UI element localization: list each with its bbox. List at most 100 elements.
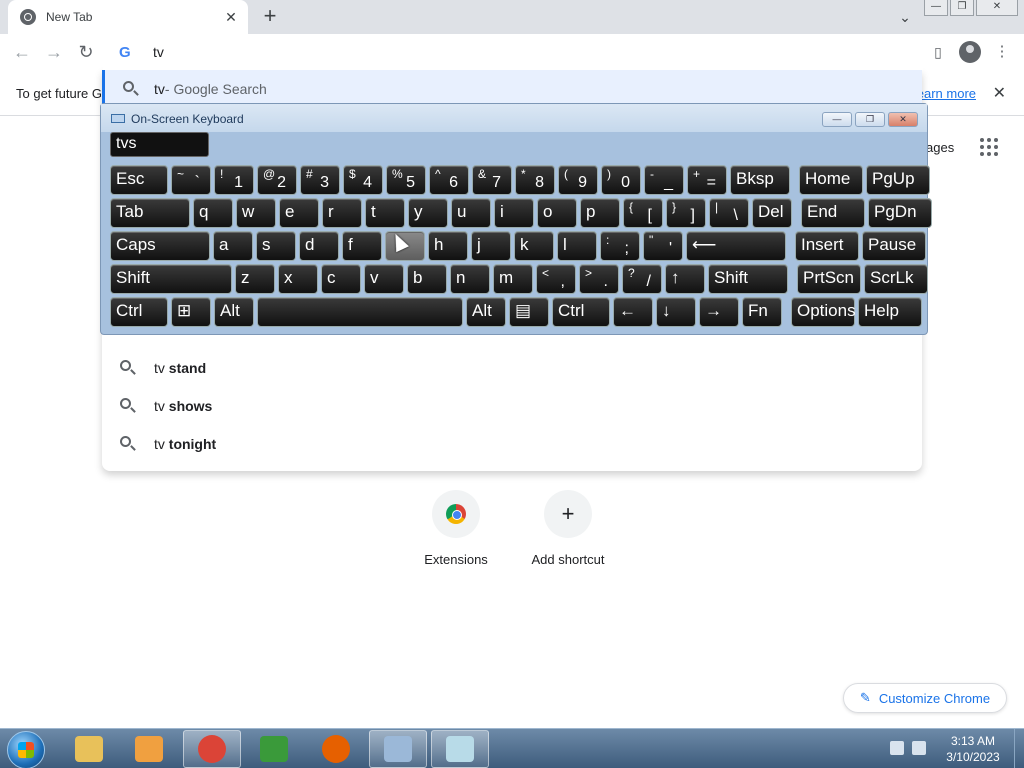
osk-key[interactable]: ↑	[665, 264, 705, 294]
osk-key[interactable]: u	[451, 198, 491, 228]
address-bar[interactable]: G tv	[103, 34, 923, 70]
tab-new-tab[interactable]: New Tab ✕	[8, 0, 248, 34]
osk-key[interactable]: e	[279, 198, 319, 228]
osk-key[interactable]: >.	[579, 264, 619, 294]
osk-key[interactable]: Tab	[110, 198, 190, 228]
osk-key[interactable]: | \	[709, 198, 749, 228]
osk-key[interactable]: o	[537, 198, 577, 228]
osk-key[interactable]: Esc	[110, 165, 168, 195]
osk-title-bar[interactable]: On-Screen Keyboard — ❐ ✕	[101, 104, 927, 132]
osk-key[interactable]: →	[699, 297, 739, 327]
osk-key[interactable]: End	[801, 198, 865, 228]
shortcut-add[interactable]: + Add shortcut	[513, 490, 623, 567]
osk-key[interactable]	[257, 297, 463, 327]
osk-key[interactable]: (9	[558, 165, 598, 195]
osk-key[interactable]: ~ `	[171, 165, 211, 195]
osk-minimize-button[interactable]: —	[822, 112, 852, 127]
profile-avatar[interactable]	[959, 41, 981, 63]
minimize-button[interactable]: —	[924, 0, 948, 16]
osk-key[interactable]: s	[256, 231, 296, 261]
osk-key[interactable]: t	[365, 198, 405, 228]
osk-key[interactable]: Alt	[214, 297, 254, 327]
osk-key[interactable]: x	[278, 264, 318, 294]
osk-key[interactable]: ⟵	[686, 231, 786, 261]
osk-key[interactable]: y	[408, 198, 448, 228]
osk-key[interactable]: * 8	[515, 165, 555, 195]
taskbar-notepad-button[interactable]	[431, 730, 489, 768]
osk-key[interactable]: <,	[536, 264, 576, 294]
customize-chrome-button[interactable]: ✎ Customize Chrome	[843, 683, 1007, 713]
osk-key[interactable]: h	[428, 231, 468, 261]
osk-key[interactable]: % 5	[386, 165, 426, 195]
images-link[interactable]: ages	[926, 140, 954, 155]
reload-button[interactable]: ↻	[76, 42, 96, 62]
osk-key[interactable]: Shift	[708, 264, 788, 294]
apps-grid-icon[interactable]	[980, 138, 1000, 158]
osk-key[interactable]: i	[494, 198, 534, 228]
osk-key[interactable]: ←	[613, 297, 653, 327]
osk-key[interactable]: z	[235, 264, 275, 294]
osk-key[interactable]: n	[450, 264, 490, 294]
osk-key[interactable]: w	[236, 198, 276, 228]
osk-key[interactable]: Alt	[466, 297, 506, 327]
osk-key[interactable]: PgUp	[866, 165, 930, 195]
osk-key[interactable]: PrtScn	[797, 264, 861, 294]
menu-kebab-icon[interactable]: ⋮	[993, 43, 1011, 61]
osk-key[interactable]: j	[471, 231, 511, 261]
osk-key[interactable]: ? /	[622, 264, 662, 294]
osk-key[interactable]: l	[557, 231, 597, 261]
osk-key[interactable]: ▤	[509, 297, 549, 327]
osk-key[interactable]: a	[213, 231, 253, 261]
osk-key[interactable]: :;	[600, 231, 640, 261]
osk-key[interactable]: Insert	[795, 231, 859, 261]
osk-key[interactable]: + =	[687, 165, 727, 195]
taskbar-media-player-button[interactable]	[120, 730, 178, 768]
tab-search-chevron-icon[interactable]: ⌄	[896, 8, 914, 26]
taskbar-csharp-button[interactable]	[245, 730, 303, 768]
osk-key[interactable]: @2	[257, 165, 297, 195]
osk-key[interactable]: d	[299, 231, 339, 261]
clock[interactable]: 3:13 AM 3/10/2023	[940, 733, 1006, 765]
osk-key[interactable]: q	[193, 198, 233, 228]
osk-key[interactable]: f	[342, 231, 382, 261]
taskbar-explorer-button[interactable]	[60, 730, 118, 768]
shortcut-extensions[interactable]: Extensions	[401, 490, 511, 567]
osk-key[interactable]: Options	[791, 297, 856, 327]
learn-more-link[interactable]: earn more	[917, 86, 976, 101]
osk-key[interactable]: ⊞	[171, 297, 211, 327]
info-bar-close-icon[interactable]: ✕	[993, 83, 1006, 103]
osk-key[interactable]: p	[580, 198, 620, 228]
osk-key[interactable]: PgDn	[868, 198, 932, 228]
osk-key[interactable]: Help	[858, 297, 922, 327]
osk-key[interactable]: Bksp	[730, 165, 790, 195]
osk-key[interactable]: Pause	[862, 231, 926, 261]
osk-key[interactable]: Shift	[110, 264, 232, 294]
side-panel-icon[interactable]: ▯	[929, 43, 947, 61]
osk-key[interactable]: }]	[666, 198, 706, 228]
back-button[interactable]: ←	[12, 42, 32, 62]
osk-key[interactable]: $4	[343, 165, 383, 195]
osk-key[interactable]: m	[493, 264, 533, 294]
osk-key[interactable]: Fn	[742, 297, 782, 327]
address-bar-text[interactable]: tv	[153, 44, 164, 60]
osk-key[interactable]: b	[407, 264, 447, 294]
osk-key[interactable]: c	[321, 264, 361, 294]
osk-key[interactable]: ScrLk	[864, 264, 928, 294]
osk-key[interactable]: ) 0	[601, 165, 641, 195]
taskbar-chrome-button[interactable]	[183, 730, 241, 768]
osk-key[interactable]: Home	[799, 165, 863, 195]
osk-key[interactable]: Ctrl	[552, 297, 610, 327]
start-button[interactable]	[7, 731, 45, 768]
suggestion-item[interactable]: tv tonight	[102, 425, 922, 463]
maximize-button[interactable]: ❐	[950, 0, 974, 16]
suggestion-item[interactable]: tv shows	[102, 387, 922, 425]
osk-key[interactable]: k	[514, 231, 554, 261]
taskbar-firefox-button[interactable]	[307, 730, 365, 768]
suggestion-item[interactable]: tv stand	[102, 349, 922, 387]
osk-key[interactable]: ^ 6	[429, 165, 469, 195]
osk-close-button[interactable]: ✕	[888, 112, 918, 127]
osk-key[interactable]: Del	[752, 198, 792, 228]
osk-key[interactable]: {[	[623, 198, 663, 228]
new-tab-button[interactable]: +	[258, 5, 282, 29]
forward-button[interactable]: →	[44, 42, 64, 62]
